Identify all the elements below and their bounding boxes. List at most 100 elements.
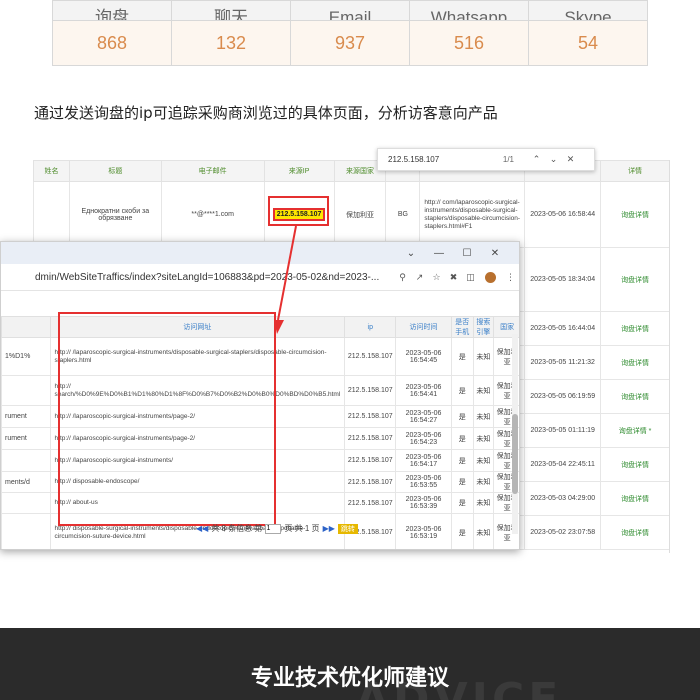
visit-url[interactable]: http:// disposable-endoscope/ xyxy=(49,471,346,493)
admin-col-detail: 详情 xyxy=(600,160,669,182)
stats-value-row: 868 132 937 516 54 xyxy=(52,20,648,66)
visits-scrollbar[interactable] xyxy=(512,334,518,534)
stats-table: 询盘 聊天 Email Whatsapp Skype 868 132 937 5… xyxy=(52,0,648,66)
visit-url[interactable]: http:// /laparoscopic-surgical-instrumen… xyxy=(49,449,346,472)
stats-header-inquiry: 询盘 xyxy=(52,0,172,21)
inquiry-time: 2023-05-05 18:34:04 xyxy=(524,247,602,312)
close-icon[interactable]: ✕ xyxy=(481,248,509,259)
table-row: ments/d http:// disposable-endoscope/ 21… xyxy=(1,471,519,493)
visit-url[interactable]: http:// /laparoscopic-surgical-instrumen… xyxy=(49,337,346,376)
inquiry-time: 2023-05-05 06:19:59 xyxy=(524,379,602,414)
inquiry-email: **@****1.com xyxy=(160,181,265,248)
visit-mobile: 是 xyxy=(450,427,474,450)
stats-value-chat: 132 xyxy=(171,20,291,66)
admin-col-name: 姓名 xyxy=(33,160,70,182)
inquiry-detail-link[interactable]: 询盘详情 xyxy=(600,181,669,248)
visits-panel: 访问网址 ip 访问时间 是否手机 搜索引擎 国家 1%D1% http:// … xyxy=(1,316,519,549)
stats-header-row: 询盘 聊天 Email Whatsapp Skype xyxy=(52,0,648,21)
zoom-icon[interactable]: ⚲ xyxy=(394,272,411,283)
visit-engine: 未知 xyxy=(472,471,495,493)
go-button[interactable]: 跳转 xyxy=(337,523,358,534)
inquiry-detail-link[interactable]: 询盘详情 xyxy=(600,345,669,380)
visit-url[interactable]: http:// about-us xyxy=(49,492,346,514)
page-number-input[interactable] xyxy=(265,523,282,534)
table-row: rument http:// /laparoscopic-surgical-in… xyxy=(1,405,519,428)
visit-engine: 未知 xyxy=(472,427,495,450)
bookmark-star-icon[interactable]: ☆ xyxy=(428,272,445,283)
left-fragment: rument xyxy=(1,427,51,450)
visit-time: 2023-05-06 16:53:19 xyxy=(395,513,452,549)
visits-col-mobile: 是否手机 xyxy=(450,316,474,338)
caption-text: 通过发送询盘的ip可追踪采购商浏览过的具体页面，分析访客意向产品 xyxy=(34,104,498,122)
find-prev-icon[interactable]: ⌃ xyxy=(528,154,545,165)
menu-icon[interactable]: ⋮ xyxy=(502,272,519,283)
find-close-icon[interactable]: ✕ xyxy=(562,154,579,165)
maximize-icon[interactable]: ☐ xyxy=(453,248,481,259)
table-row: 1%D1% http:// /laparoscopic-surgical-ins… xyxy=(1,337,519,376)
visit-time: 2023-05-06 16:54:23 xyxy=(395,427,452,450)
visit-ip: 212.5.158.107 xyxy=(344,405,397,428)
inquiry-detail-link[interactable]: 询盘详情 xyxy=(600,379,669,414)
visits-header: 访问网址 ip 访问时间 是否手机 搜索引擎 国家 xyxy=(1,316,519,338)
first-page-icon[interactable]: ◀◀ xyxy=(196,524,208,533)
minimize-icon[interactable]: — xyxy=(425,248,453,259)
visit-time: 2023-05-06 16:53:55 xyxy=(395,471,452,493)
visit-url[interactable]: http:// search/%D0%9E%D0%B1%D1%80%D1%8F%… xyxy=(49,375,346,406)
stats-value-inquiry: 868 xyxy=(52,20,172,66)
find-next-icon[interactable]: ⌄ xyxy=(545,154,562,165)
inquiry-time: 2023-05-05 11:21:32 xyxy=(524,345,602,380)
left-fragment xyxy=(1,449,51,472)
visit-mobile: 是 xyxy=(450,471,474,493)
sidebar-icon[interactable]: ◫ xyxy=(462,272,479,283)
visit-engine: 未知 xyxy=(472,337,495,376)
stats-header-skype: Skype xyxy=(528,0,648,21)
inquiry-detail-link[interactable]: 询盘详情 xyxy=(600,481,669,516)
visit-ip: 212.5.158.107 xyxy=(344,471,397,493)
inquiry-time: 2023-05-05 01:11:19 xyxy=(524,413,602,448)
visit-time: 2023-05-06 16:54:45 xyxy=(395,337,452,376)
visits-col-ip: ip xyxy=(344,316,397,338)
visit-engine: 未知 xyxy=(472,375,495,406)
inquiry-time: 2023-05-03 04:29:00 xyxy=(524,481,602,516)
table-row: http:// about-us 212.5.158.107 2023-05-0… xyxy=(1,492,519,514)
left-fragment: ments/d xyxy=(1,471,51,493)
last-page-icon[interactable]: ▶▶ xyxy=(323,524,335,533)
left-fragment: 1%D1% xyxy=(1,337,51,376)
tab-dropdown-icon[interactable]: ⌄ xyxy=(397,248,425,259)
visit-engine: 未知 xyxy=(472,449,495,472)
left-fragment: rument xyxy=(1,405,51,428)
visit-time: 2023-05-06 16:53:39 xyxy=(395,492,452,514)
stats-header-email: Email xyxy=(290,0,410,21)
inquiry-detail-link[interactable]: 询盘详情 xyxy=(600,247,669,312)
left-fragment xyxy=(1,375,51,406)
address-input[interactable]: dmin/WebSiteTraffics/index?siteLangId=10… xyxy=(1,272,394,283)
inquiry-time: 2023-05-06 16:58:44 xyxy=(524,181,602,248)
visits-table: 访问网址 ip 访问时间 是否手机 搜索引擎 国家 1%D1% http:// … xyxy=(1,316,519,549)
visit-ip: 212.5.158.107 xyxy=(344,375,397,406)
avatar[interactable] xyxy=(485,271,496,283)
stats-value-skype: 54 xyxy=(528,20,648,66)
visit-url[interactable]: http:// /laparoscopic-surgical-instrumen… xyxy=(49,427,346,450)
visit-ip: 212.5.158.107 xyxy=(344,427,397,450)
visit-engine: 未知 xyxy=(472,405,495,428)
stats-value-whatsapp: 516 xyxy=(409,20,529,66)
table-row: Еднократни скоби за обрязване **@****1.c… xyxy=(33,181,669,248)
inquiry-detail-link[interactable]: 询盘详情 xyxy=(600,515,669,550)
table-row: http:// /laparoscopic-surgical-instrumen… xyxy=(1,449,519,472)
inquiry-detail-link[interactable]: 询盘详情 xyxy=(600,311,669,346)
table-row: rument http:// /laparoscopic-surgical-in… xyxy=(1,427,519,450)
visit-mobile: 是 xyxy=(450,492,474,514)
visit-url[interactable]: http:// /laparoscopic-surgical-instrumen… xyxy=(49,405,346,428)
share-icon[interactable]: ↗ xyxy=(411,272,428,283)
inquiry-detail-link[interactable]: 询盘详情 xyxy=(600,447,669,482)
admin-col-ip: 来源IP xyxy=(263,160,335,182)
admin-col-email: 电子邮件 xyxy=(160,160,265,182)
address-bar: dmin/WebSiteTraffics/index?siteLangId=10… xyxy=(1,264,519,291)
inquiry-time: 2023-05-05 16:44:04 xyxy=(524,311,602,346)
find-count: 1/1 xyxy=(502,155,514,164)
inquiry-detail-link[interactable]: 询盘详情 * xyxy=(600,413,669,448)
find-input[interactable]: 212.5.158.107 xyxy=(378,155,488,164)
inquiry-source-url[interactable]: http:// com/laparoscopic-surgical-instru… xyxy=(419,181,526,248)
stats-value-email: 937 xyxy=(290,20,410,66)
extensions-icon[interactable]: ✖ xyxy=(445,272,462,283)
